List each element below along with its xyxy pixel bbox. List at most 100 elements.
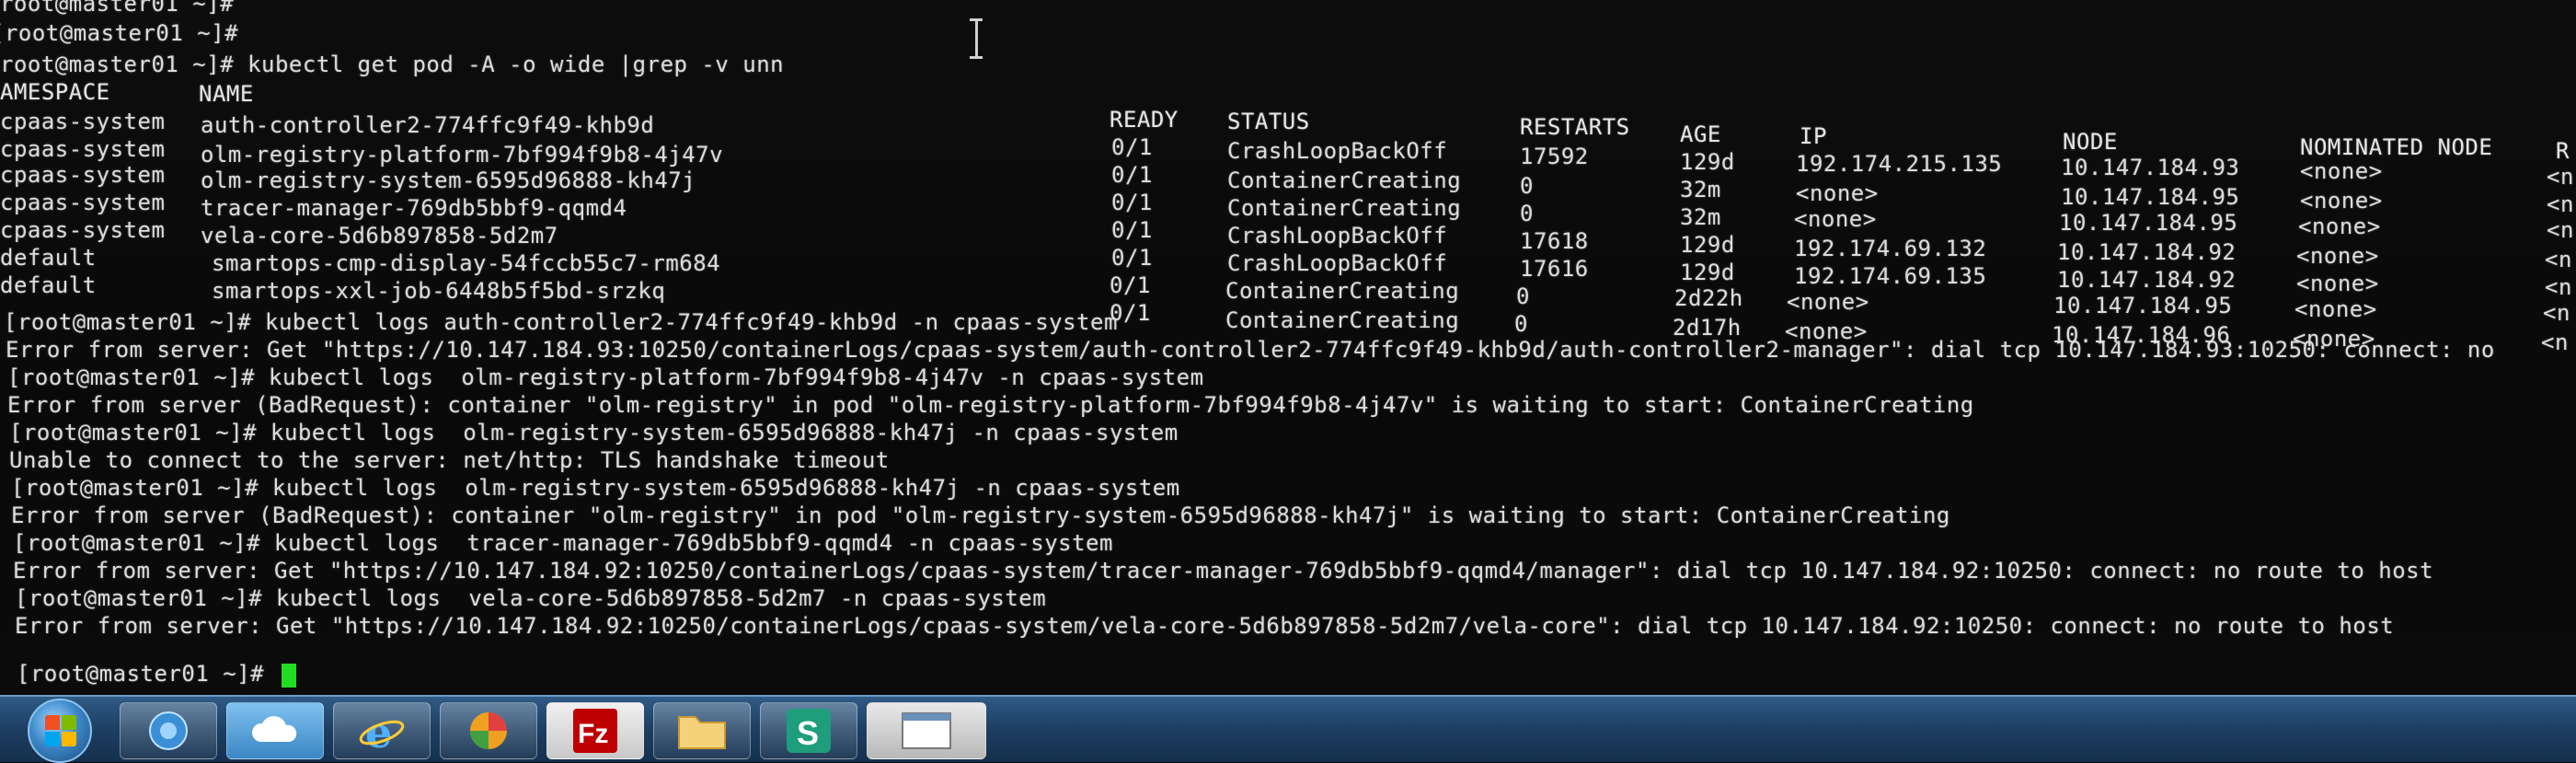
filezilla-icon[interactable]: Fz: [546, 702, 644, 759]
cell-ip: <none>: [1794, 206, 1877, 232]
cell-readiness: <n: [2547, 191, 2574, 217]
col-header-ready: READY: [1110, 107, 1179, 133]
network-icon[interactable]: [120, 702, 217, 759]
text-cursor-icon: [967, 18, 985, 59]
cell-restarts: 0: [1520, 201, 1534, 226]
cell-namespace: cpaas-system: [0, 190, 166, 215]
col-header-age: AGE: [1680, 121, 1721, 147]
cell-ip: 192.174.69.135: [1794, 263, 1987, 289]
window-icon[interactable]: [867, 702, 986, 759]
cell-age: 129d: [1680, 232, 1735, 258]
cell-readiness: <n: [2541, 329, 2569, 355]
media-icon[interactable]: [440, 702, 537, 759]
svg-text:S: S: [797, 714, 819, 752]
command-line: [root@master01 ~]# kubectl logs tracer-m…: [13, 530, 1113, 556]
cell-nominated: <none>: [2300, 158, 2383, 184]
folder-icon[interactable]: [653, 702, 751, 759]
col-header-node: NODE: [2063, 129, 2118, 155]
cell-node: 10.147.184.95: [2059, 210, 2238, 236]
cell-restarts: 17616: [1520, 256, 1589, 282]
cell-namespace: cpaas-system: [0, 109, 166, 134]
col-header-nominated: NOMINATED NODE: [2300, 134, 2493, 160]
cell-namespace: cpaas-system: [0, 162, 166, 188]
cell-ready: 0/1: [1111, 162, 1153, 188]
cell-age: 32m: [1680, 204, 1721, 230]
cell-ip: 192.174.215.135: [1796, 151, 2003, 177]
cell-name: auth-controller2-774ffc9f49-khb9d: [201, 112, 655, 138]
cell-readiness: <n: [2545, 274, 2572, 300]
cell-nominated: <none>: [2298, 214, 2381, 239]
cell-status: ContainerCreating: [1225, 307, 1460, 333]
cell-ready: 0/1: [1111, 217, 1153, 243]
cell-ready: 0/1: [1111, 245, 1153, 271]
cell-readiness: <n: [2543, 300, 2570, 326]
cell-ip: 192.174.69.132: [1794, 236, 1987, 261]
error-line: Error from server: Get "https://10.147.1…: [13, 558, 2434, 584]
cell-ready: 0/1: [1110, 272, 1151, 298]
cell-name: smartops-xxl-job-6448b5f5bd-srzkq: [212, 278, 666, 304]
cell-name: vela-core-5d6b897858-5d2m7: [201, 223, 558, 249]
cell-status: ContainerCreating: [1225, 278, 1460, 304]
command-line: [root@master01 ~]# kubectl logs auth-con…: [4, 309, 1118, 335]
cell-restarts: 0: [1516, 283, 1530, 309]
cell-status: ContainerCreating: [1227, 195, 1462, 221]
cell-nominated: <none>: [2294, 296, 2377, 322]
cell-node: 10.147.184.95: [2053, 293, 2233, 318]
cell-namespace: cpaas-system: [0, 136, 166, 162]
cloud-icon[interactable]: [226, 702, 324, 759]
cell-status: CrashLoopBackOff: [1227, 250, 1448, 276]
cell-age: 32m: [1680, 177, 1721, 202]
terminal-app-icon[interactable]: S: [760, 702, 857, 759]
command-line: [root@master01 ~]# kubectl logs olm-regi…: [7, 364, 1204, 390]
cell-node: 10.147.184.93: [2061, 155, 2240, 180]
cell-readiness: <n: [2547, 164, 2574, 190]
cell-namespace: default: [0, 245, 97, 271]
error-line: Error from server (BadRequest): containe…: [7, 392, 1974, 418]
col-header-readiness: R: [2556, 138, 2570, 164]
terminal-line: root@master01 ~]#: [0, 0, 235, 17]
terminal-cursor: [282, 664, 296, 688]
prompt-line[interactable]: [root@master01 ~]#: [17, 661, 264, 687]
command-line: [root@master01 ~]# kubectl logs olm-regi…: [11, 475, 1180, 501]
start-orb-icon[interactable]: [28, 699, 92, 763]
cell-status: ContainerCreating: [1227, 168, 1462, 193]
col-header-status: STATUS: [1227, 109, 1310, 134]
cell-readiness: <n: [2547, 217, 2574, 243]
cell-name: smartops-cmp-display-54fccb55c7-rm684: [212, 250, 721, 276]
cell-restarts: 0: [1520, 173, 1534, 199]
cell-ready: 0/1: [1111, 134, 1153, 160]
command-line: [root@master01 ~]# kubectl logs vela-cor…: [15, 585, 1047, 611]
col-header-ip: IP: [1800, 123, 1827, 149]
cell-name: olm-registry-system-6595d96888-kh47j: [201, 168, 696, 193]
cell-restarts: 0: [1514, 311, 1528, 337]
cell-readiness: <n: [2545, 247, 2572, 272]
command-line: root@master01 ~]# kubectl get pod -A -o …: [0, 52, 785, 77]
cell-node: 10.147.184.95: [2061, 184, 2240, 210]
cell-restarts: 17592: [1520, 144, 1589, 169]
cell-namespace: default: [0, 272, 97, 298]
cell-age: 129d: [1680, 149, 1735, 175]
cell-node: 10.147.184.92: [2057, 239, 2237, 265]
cell-nominated: <none>: [2300, 188, 2383, 214]
terminal-window[interactable]: root@master01 ~]# [root@master01 ~]# roo…: [0, 0, 2576, 695]
cell-status: CrashLoopBackOff: [1227, 138, 1448, 164]
cell-node: 10.147.184.92: [2057, 267, 2237, 293]
cell-name: olm-registry-platform-7bf994f9b8-4j47v: [201, 142, 724, 168]
cell-age: 2d22h: [1674, 285, 1743, 311]
cell-namespace: cpaas-system: [0, 217, 166, 243]
col-header-name: NAME: [199, 81, 254, 107]
error-line: Unable to connect to the server: net/htt…: [9, 447, 890, 473]
cell-nominated: <none>: [2296, 271, 2379, 296]
cell-nominated: <none>: [2296, 243, 2379, 269]
cell-restarts: 17618: [1520, 228, 1589, 254]
error-line: Error from server: Get "https://10.147.1…: [6, 337, 2495, 363]
terminal-line: [root@master01 ~]#: [0, 20, 239, 46]
error-line: Error from server (BadRequest): containe…: [11, 503, 1950, 528]
cell-ip: <none>: [1787, 289, 1869, 315]
col-header-restarts: RESTARTS: [1520, 114, 1630, 140]
taskbar: e Fz S: [0, 695, 2576, 763]
internet-explorer-icon[interactable]: e: [333, 702, 431, 759]
cell-status: CrashLoopBackOff: [1227, 223, 1448, 249]
col-header-namespace: AMESPACE: [0, 79, 110, 105]
cell-name: tracer-manager-769db5bbf9-qqmd4: [201, 195, 627, 221]
